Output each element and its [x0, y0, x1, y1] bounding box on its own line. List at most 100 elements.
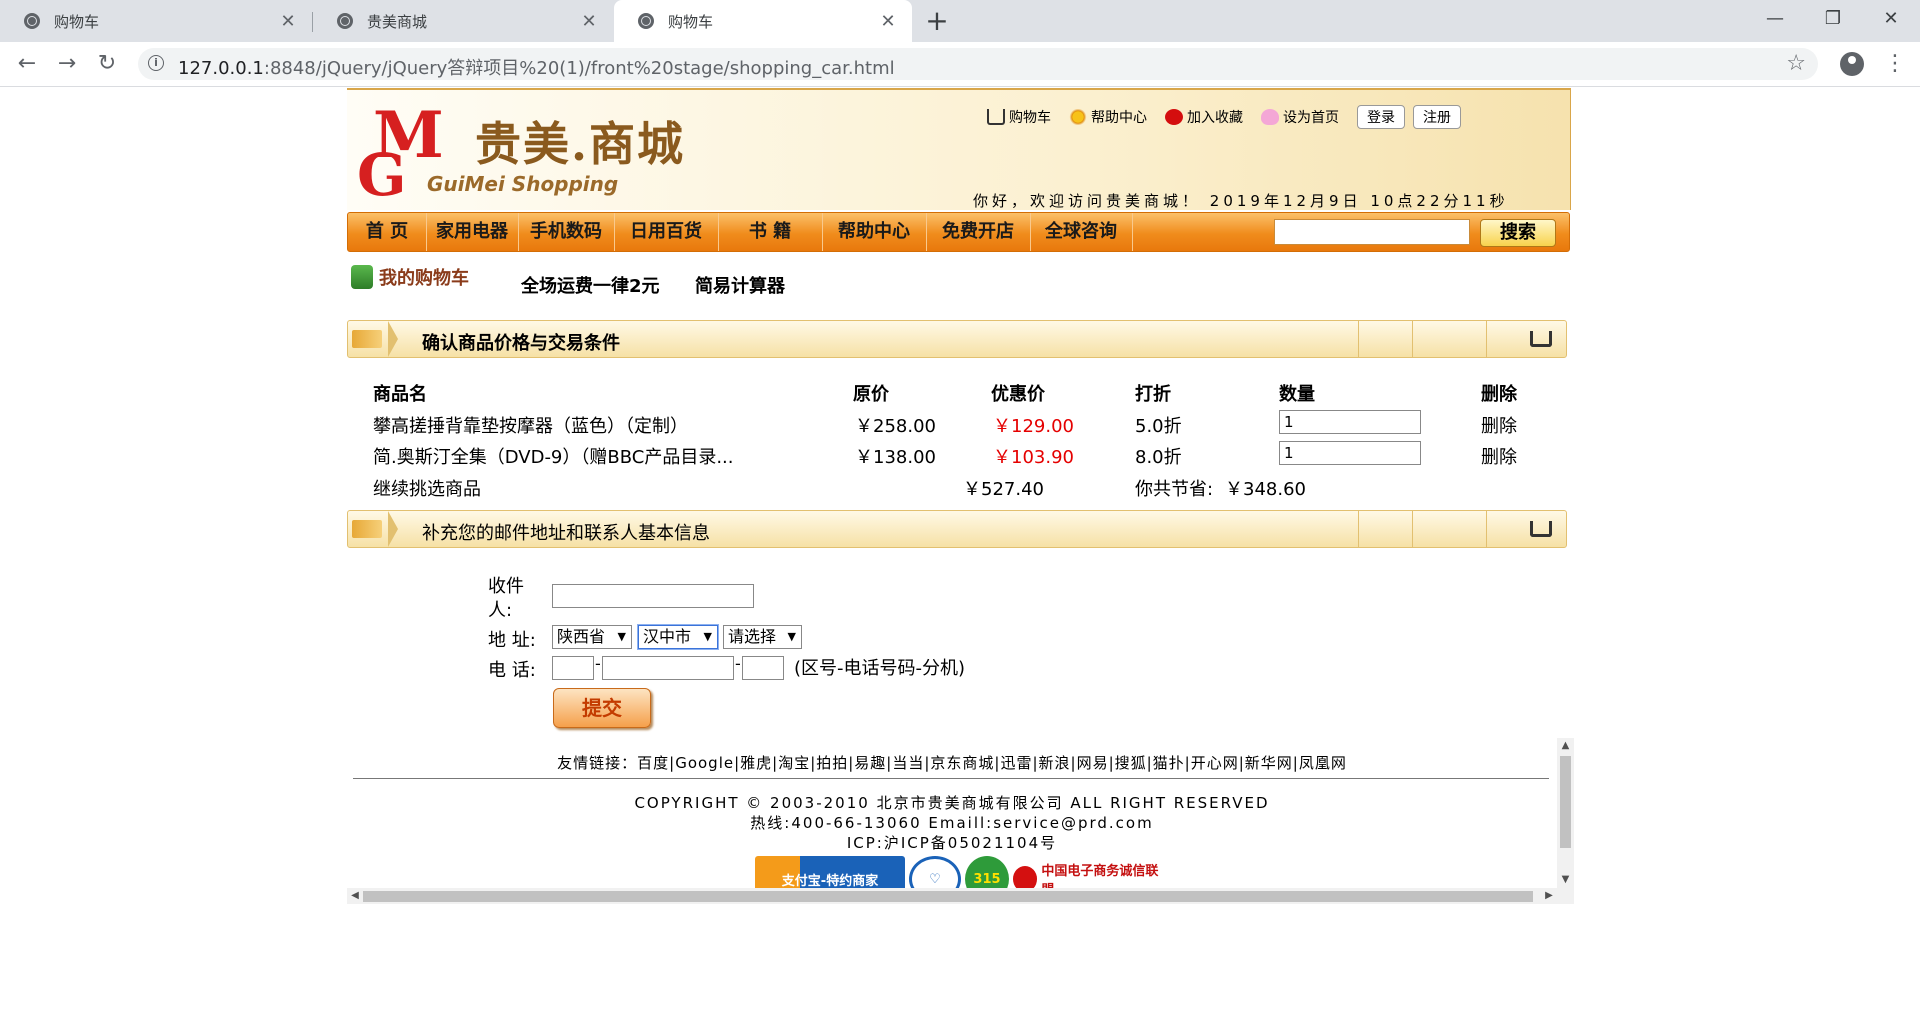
nav-item-appliances[interactable]: 家用电器 [426, 213, 519, 251]
logo-letter-g: G [357, 141, 407, 209]
toplink-homepage[interactable]: 设为首页 [1261, 107, 1339, 127]
icp: ICP:沪ICP备05021104号 [846, 834, 1058, 852]
vertical-scrollbar[interactable]: ▲ ▼ [1557, 738, 1574, 888]
reload-icon[interactable]: ↻ [94, 51, 120, 77]
browser-tab-3[interactable]: 购物车 ✕ [614, 0, 912, 42]
column-header-name: 商品名 [373, 384, 427, 405]
cart-icon [987, 109, 1005, 125]
quantity-input[interactable]: 1 [1279, 441, 1421, 465]
submit-button[interactable]: 提交 [553, 688, 651, 728]
delete-link[interactable]: 删除 [1481, 412, 1517, 438]
divider [1486, 321, 1487, 357]
globe-icon [337, 13, 353, 29]
back-icon[interactable]: ← [14, 51, 40, 77]
calculator-link[interactable]: 简易计算器 [695, 272, 785, 298]
shipping-link[interactable]: 全场运费一律2元 [521, 272, 660, 298]
cart-section-bar: 确认商品价格与交易条件 [347, 320, 1567, 358]
browser-tab-2[interactable]: 贵美商城 ✕ [313, 0, 613, 42]
toplink-cart[interactable]: 购物车 [987, 107, 1051, 127]
phone-hint: (区号-电话号码-分机) [794, 658, 966, 679]
scroll-left-icon[interactable]: ◀ [347, 888, 363, 904]
area-code-input[interactable] [552, 656, 594, 680]
cart-icon [1530, 331, 1552, 347]
footer-divider [353, 778, 1549, 779]
tab-title: 购物车 [54, 12, 100, 31]
pointing-hand-icon [352, 330, 382, 348]
caret-down-icon: ▼ [703, 630, 712, 643]
nav-item-help[interactable]: 帮助中心 [822, 213, 927, 251]
cart-item-price: ￥138.00 [855, 447, 936, 468]
toplink-help[interactable]: 帮助中心 [1069, 107, 1147, 127]
address-label: 地 址: [488, 630, 536, 651]
nav-item-open-store[interactable]: 免费开店 [926, 213, 1031, 251]
close-icon[interactable]: ✕ [278, 11, 298, 32]
register-button[interactable]: 注册 [1413, 105, 1461, 129]
homepage-icon [1261, 109, 1279, 125]
my-cart-title: 我的购物车 [351, 264, 469, 290]
scroll-up-icon[interactable]: ▲ [1557, 738, 1574, 754]
search-button[interactable]: 搜索 [1480, 219, 1556, 247]
close-icon[interactable]: ✕ [878, 11, 898, 32]
cart-item-sale-price: ￥129.00 [993, 416, 1074, 437]
scrollbar-thumb[interactable] [1560, 756, 1571, 848]
nav-item-home[interactable]: 首 页 [348, 213, 427, 251]
new-tab-icon[interactable]: + [922, 6, 952, 36]
scroll-right-icon[interactable]: ▶ [1541, 888, 1557, 904]
logo-subtitle: GuiMei Shopping [427, 172, 619, 196]
phone-number-input[interactable] [602, 656, 734, 680]
search-input[interactable] [1274, 219, 1470, 245]
site-header: M G 贵美.商城 GuiMei Shopping 购物车 帮助中心 加入收藏 … [347, 88, 1571, 210]
welcome-datetime: 你好，欢迎访问贵美商城！ 2019年12月9日 10点22分11秒 [973, 192, 1509, 210]
sub-nav: 我的购物车 全场运费一律2元 简易计算器 [347, 260, 1570, 300]
column-header-sale: 优惠价 [991, 384, 1045, 405]
cart-item-price: ￥258.00 [855, 416, 936, 437]
scrollbar-thumb[interactable] [363, 891, 1533, 902]
quantity-input[interactable]: 1 [1279, 410, 1421, 434]
continue-shopping-link[interactable]: 继续挑选商品 [373, 475, 481, 501]
horizontal-scrollbar[interactable]: ◀ ▶ [347, 888, 1574, 904]
browser-toolbar: ← → ↻ i 127.0.0.1:8848/jQuery/jQuery答辩项目… [0, 42, 1920, 87]
divider [1358, 321, 1359, 357]
receiver-label-2: 人: [488, 600, 513, 621]
column-header-price: 原价 [853, 384, 889, 405]
cart-item-sale-price: ￥103.90 [993, 447, 1074, 468]
profile-icon[interactable] [1840, 52, 1864, 76]
minimize-icon[interactable]: — [1750, 0, 1800, 38]
cart-total: ￥527.40 [963, 479, 1044, 500]
cart-item-name: 攀高搓捶背靠垫按摩器（蓝色）（定制） [373, 416, 688, 437]
receiver-label: 收件 [488, 576, 524, 597]
extension-input[interactable] [742, 656, 784, 680]
address-bar[interactable]: i 127.0.0.1:8848/jQuery/jQuery答辩项目%20(1)… [138, 48, 1818, 80]
info-icon[interactable]: i [148, 55, 164, 71]
address-section-bar: 补充您的邮件地址和联系人基本信息 [347, 510, 1567, 548]
close-icon[interactable]: ✕ [579, 11, 599, 32]
pointing-hand-icon [352, 520, 382, 538]
menu-icon[interactable]: ⋮ [1884, 50, 1906, 78]
login-button[interactable]: 登录 [1357, 105, 1405, 129]
browser-tab-1[interactable]: 购物车 ✕ [0, 0, 312, 42]
saved-value: ￥348.60 [1225, 479, 1306, 500]
caret-down-icon: ▼ [617, 630, 626, 643]
url-text[interactable]: 127.0.0.1:8848/jQuery/jQuery答辩项目%20(1)/f… [178, 54, 895, 80]
receiver-input[interactable] [552, 584, 754, 608]
scroll-down-icon[interactable]: ▼ [1557, 872, 1574, 888]
nav-item-digital[interactable]: 手机数码 [518, 213, 615, 251]
hotline: 热线:400-66-13060 Emaill:service@prd.com [750, 814, 1154, 832]
nav-item-daily[interactable]: 日用百货 [614, 213, 719, 251]
delete-link[interactable]: 删除 [1481, 443, 1517, 469]
district-select[interactable]: 请选择 ▼ [723, 625, 802, 649]
toplink-favorite[interactable]: 加入收藏 [1165, 107, 1243, 127]
column-header-qty: 数量 [1279, 384, 1315, 405]
friend-links[interactable]: 友情链接：百度|Google|雅虎|淘宝|拍拍|易趣|当当|京东商城|迅雷|新浪… [347, 752, 1557, 773]
caret-down-icon: ▼ [787, 630, 796, 643]
dash: - [595, 654, 601, 673]
bookmark-star-icon[interactable]: ☆ [1786, 51, 1806, 76]
dash: - [735, 654, 741, 673]
forward-icon[interactable]: → [54, 51, 80, 77]
close-window-icon[interactable]: ✕ [1866, 0, 1916, 38]
province-select[interactable]: 陕西省 ▼ [552, 625, 632, 649]
nav-item-consult[interactable]: 全球咨询 [1030, 213, 1133, 251]
city-select[interactable]: 汉中市 ▼ [638, 625, 718, 649]
restore-icon[interactable]: ❐ [1808, 0, 1858, 38]
nav-item-books[interactable]: 书 籍 [718, 213, 823, 251]
